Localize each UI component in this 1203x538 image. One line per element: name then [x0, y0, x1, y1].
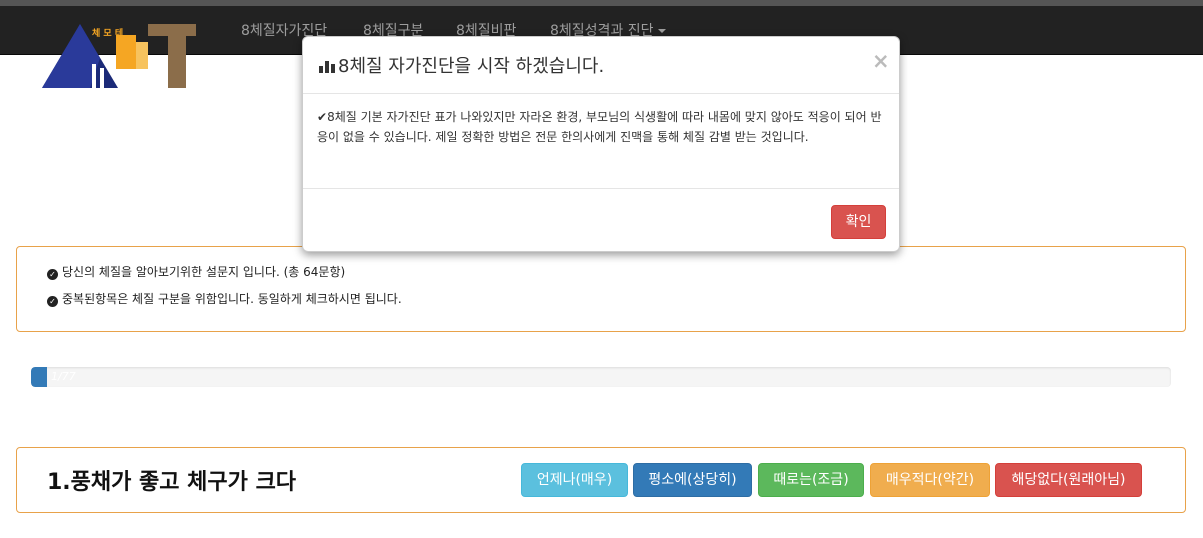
- info-line-2: ✓ 중복된항목은 체질 구분을 위함입니다. 동일하게 체크하시면 됩니다.: [47, 290, 402, 307]
- question-title: 1.풍채가 좋고 체구가 크다: [47, 470, 297, 495]
- modal-body-text: 8체질 기본 자가진단 표가 나와있지만 자라온 환경, 부모님의 식생활에 따…: [317, 110, 882, 144]
- progress-bar-fill: [31, 367, 47, 387]
- caret-down-icon: [657, 29, 666, 33]
- info-line-1-text: 당신의 체질을 알아보기위한 설문지 입니다. (총 64문항): [62, 265, 346, 279]
- check-circle-icon: ✓: [47, 296, 58, 307]
- answer-always-button[interactable]: 언제나(매우): [521, 463, 628, 497]
- check-circle-icon: ✓: [47, 269, 58, 280]
- site-logo[interactable]: 체 모 테: [42, 20, 198, 90]
- progress-text: 1/77: [51, 370, 76, 383]
- modal-title: 8체질 자가진단을 시작 하겠습니다.: [319, 52, 604, 78]
- answer-usually-button[interactable]: 평소에(상당히): [633, 463, 752, 497]
- answer-never-button[interactable]: 해당없다(원래아님): [995, 463, 1142, 497]
- answer-rarely-button[interactable]: 매우적다(약간): [870, 463, 990, 497]
- info-line-1: ✓ 당신의 체질을 알아보기위한 설문지 입니다. (총 64문항): [47, 263, 345, 280]
- modal-title-text: 8체질 자가진단을 시작 하겠습니다.: [338, 56, 605, 77]
- modal-body: ✔8체질 기본 자가진단 표가 나와있지만 자라온 환경, 부모님의 식생활에 …: [317, 107, 887, 147]
- progress-track: 1/77: [31, 367, 1171, 387]
- svg-text:체 모 테: 체 모 테: [92, 27, 123, 39]
- modal-footer: 확인: [303, 188, 899, 252]
- modal-header: 8체질 자가진단을 시작 하겠습니다. ×: [303, 37, 899, 94]
- bar-chart-icon: [319, 61, 335, 73]
- page: 8체질자가진단 8체질구분 8체질비판 8체질성격과 진단 체 모 테 ✓ 당신의…: [0, 0, 1203, 538]
- answer-sometimes-button[interactable]: 때로는(조금): [758, 463, 864, 497]
- close-icon[interactable]: ×: [872, 49, 890, 73]
- check-icon: ✔: [317, 110, 328, 124]
- info-box: ✓ 당신의 체질을 알아보기위한 설문지 입니다. (총 64문항) ✓ 중복된항목…: [16, 246, 1186, 332]
- info-line-2-text: 중복된항목은 체질 구분을 위함입니다. 동일하게 체크하시면 됩니다.: [62, 292, 402, 306]
- confirm-button[interactable]: 확인: [831, 205, 886, 239]
- question-box: 1.풍채가 좋고 체구가 크다 언제나(매우) 평소에(상당히) 때로는(조금)…: [16, 447, 1186, 513]
- start-modal: 8체질 자가진단을 시작 하겠습니다. × ✔8체질 기본 자가진단 표가 나와…: [302, 36, 900, 252]
